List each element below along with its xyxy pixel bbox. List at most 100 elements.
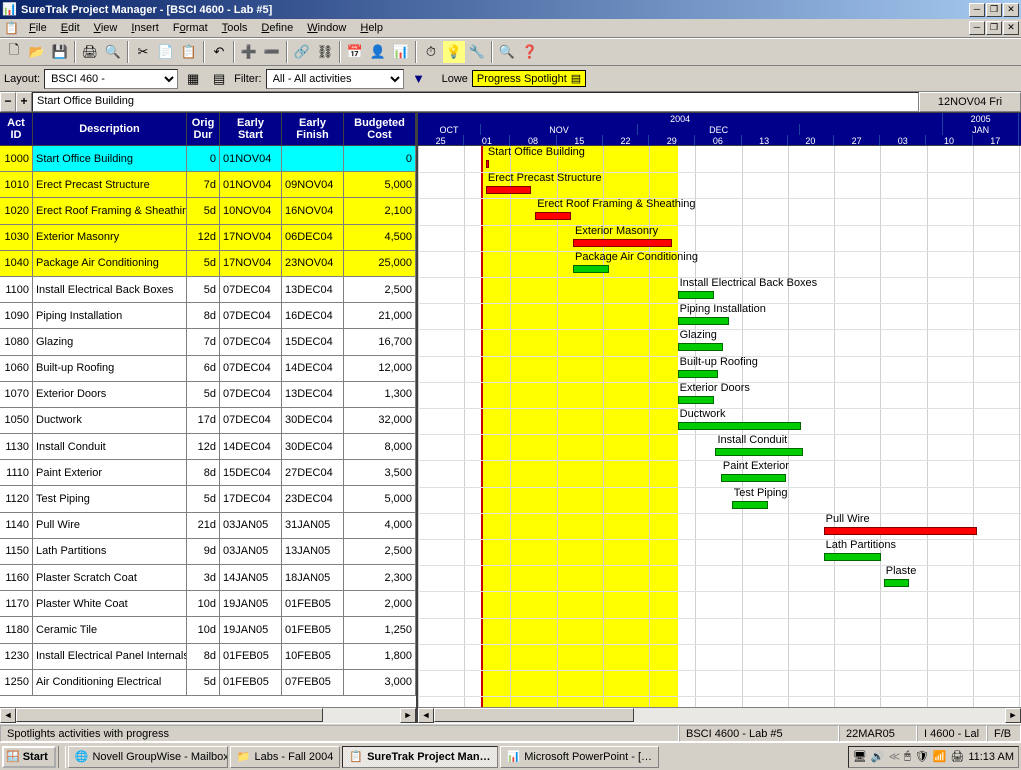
col-header-ef[interactable]: Early Finish bbox=[282, 113, 344, 146]
resource-button[interactable]: 👤 bbox=[367, 41, 389, 63]
cut-button[interactable]: ✂ bbox=[132, 41, 154, 63]
menu-define[interactable]: Define bbox=[254, 20, 300, 36]
col-header-desc[interactable]: Description bbox=[33, 113, 187, 146]
table-row[interactable]: 1000Start Office Building001NOV040 bbox=[0, 146, 416, 172]
table-row[interactable]: 1130Install Conduit12d14DEC0430DEC048,00… bbox=[0, 434, 416, 460]
tray-icon[interactable]: 🖥 bbox=[853, 750, 867, 763]
table-row[interactable]: 1230Install Electrical Panel Internals8d… bbox=[0, 644, 416, 670]
table-row[interactable]: 1020Erect Roof Framing & Sheathing5d10NO… bbox=[0, 198, 416, 224]
col-header-bc[interactable]: Budgeted Cost bbox=[344, 113, 416, 146]
layout-btn-2[interactable]: ▤ bbox=[208, 68, 230, 90]
maximize-button[interactable]: ❐ bbox=[986, 3, 1002, 17]
menu-edit[interactable]: Edit bbox=[54, 20, 87, 36]
undo-button[interactable]: ↶ bbox=[208, 41, 230, 63]
scroll-right-button[interactable]: ► bbox=[400, 708, 416, 723]
spotlight-icon[interactable]: 💡 bbox=[443, 41, 465, 63]
table-row[interactable]: 1250Air Conditioning Electrical5d01FEB05… bbox=[0, 670, 416, 696]
tray-icon[interactable]: 🖱 bbox=[904, 750, 911, 763]
table-row[interactable]: 1150Lath Partitions9d03JAN0513JAN052,500 bbox=[0, 539, 416, 565]
tray-icon[interactable]: 🖨 bbox=[950, 750, 964, 763]
system-tray[interactable]: 🖥 🔊 ≪ 🖱 🛡 📶 🖨 11:13 AM bbox=[848, 746, 1019, 768]
menu-format[interactable]: Format bbox=[166, 20, 215, 36]
gantt-scroll-right[interactable]: ► bbox=[1005, 708, 1021, 723]
gantt-hscroll[interactable]: ◄ ► bbox=[418, 707, 1021, 723]
gantt-scroll-left[interactable]: ◄ bbox=[418, 708, 434, 723]
col-header-actid[interactable]: Act ID bbox=[0, 113, 33, 146]
table-row[interactable]: 1100Install Electrical Back Boxes5d07DEC… bbox=[0, 277, 416, 303]
copy-button[interactable]: 📄 bbox=[155, 41, 177, 63]
gantt-bar[interactable] bbox=[715, 448, 802, 456]
menu-file[interactable]: File bbox=[22, 20, 54, 36]
mdi-minimize-button[interactable]: ─ bbox=[969, 21, 985, 35]
new-button[interactable]: 🗋 bbox=[3, 41, 25, 63]
table-hscroll[interactable]: ◄ ► bbox=[0, 707, 416, 723]
gantt-bar[interactable] bbox=[721, 474, 786, 482]
mdi-close-button[interactable]: ✕ bbox=[1003, 21, 1019, 35]
preview-button[interactable]: 🔍 bbox=[102, 41, 124, 63]
table-row[interactable]: 1160Plaster Scratch Coat3d14JAN0518JAN05… bbox=[0, 565, 416, 591]
update-button[interactable]: 📊 bbox=[390, 41, 412, 63]
insert-button[interactable]: ➕ bbox=[238, 41, 260, 63]
close-button[interactable]: ✕ bbox=[1003, 3, 1019, 17]
gantt-bar[interactable] bbox=[678, 317, 729, 325]
schedule-button[interactable]: 📅 bbox=[344, 41, 366, 63]
col-header-dur[interactable]: Orig Dur bbox=[187, 113, 220, 146]
menu-help[interactable]: Help bbox=[353, 20, 390, 36]
menu-tools[interactable]: Tools bbox=[215, 20, 255, 36]
gantt-bar[interactable] bbox=[486, 186, 531, 194]
help-button[interactable]: ❓ bbox=[519, 41, 541, 63]
menu-window[interactable]: Window bbox=[300, 20, 353, 36]
save-button[interactable]: 💾 bbox=[49, 41, 71, 63]
tray-icon[interactable]: 📶 bbox=[933, 750, 947, 763]
gantt-bar[interactable] bbox=[824, 553, 881, 561]
gantt-bar[interactable] bbox=[678, 343, 723, 351]
gantt-bar[interactable] bbox=[732, 501, 768, 509]
gantt-chart-body[interactable]: Start Office BuildingErect Precast Struc… bbox=[418, 146, 1021, 707]
activity-input[interactable]: Start Office Building bbox=[32, 92, 919, 112]
table-row[interactable]: 1040Package Air Conditioning5d17NOV0423N… bbox=[0, 251, 416, 277]
tray-clock[interactable]: 11:13 AM bbox=[968, 751, 1014, 763]
gantt-bar[interactable] bbox=[573, 239, 672, 247]
menu-insert[interactable]: Insert bbox=[124, 20, 166, 36]
table-row[interactable]: 1170Plaster White Coat10d19JAN0501FEB052… bbox=[0, 591, 416, 617]
gantt-bar[interactable] bbox=[884, 579, 909, 587]
funnel-icon[interactable]: ▼ bbox=[408, 68, 430, 90]
tray-icon[interactable]: 🛡 bbox=[915, 750, 929, 763]
gantt-bar[interactable] bbox=[824, 527, 977, 535]
timer-icon[interactable]: ⏱ bbox=[420, 41, 442, 63]
gantt-bar[interactable] bbox=[678, 291, 714, 299]
gantt-timeline-header[interactable]: 20042005OCTNOVDECJAN25010815222906132027… bbox=[418, 113, 1021, 146]
table-row[interactable]: 1180Ceramic Tile10d19JAN0501FEB051,250 bbox=[0, 617, 416, 643]
tool-button[interactable]: 🔧 bbox=[466, 41, 488, 63]
col-header-es[interactable]: Early Start bbox=[220, 113, 282, 146]
filter-select[interactable]: All - All activities bbox=[266, 69, 404, 89]
gantt-bar[interactable] bbox=[678, 396, 714, 404]
table-row[interactable]: 1030Exterior Masonry12d17NOV0406DEC044,5… bbox=[0, 225, 416, 251]
table-body[interactable]: 1000Start Office Building001NOV0401010Er… bbox=[0, 146, 416, 707]
gantt-bar[interactable] bbox=[486, 160, 489, 168]
minimize-button[interactable]: ─ bbox=[969, 3, 985, 17]
link-button[interactable]: 🔗 bbox=[291, 41, 313, 63]
progress-spotlight-indicator[interactable]: Progress Spotlight ▤ bbox=[472, 70, 586, 87]
start-button[interactable]: 🪟 Start bbox=[2, 746, 56, 768]
layout-select[interactable]: BSCI 460 - bbox=[44, 69, 178, 89]
mdi-restore-button[interactable]: ❐ bbox=[986, 21, 1002, 35]
gantt-bar[interactable] bbox=[678, 370, 719, 378]
taskbar-task[interactable]: 📋SureTrak Project Man… bbox=[342, 746, 497, 768]
minus-button[interactable]: − bbox=[0, 92, 16, 112]
table-row[interactable]: 1070Exterior Doors5d07DEC0413DEC041,300 bbox=[0, 382, 416, 408]
table-row[interactable]: 1010Erect Precast Structure7d01NOV0409NO… bbox=[0, 172, 416, 198]
scroll-left-button[interactable]: ◄ bbox=[0, 708, 16, 723]
table-row[interactable]: 1120Test Piping5d17DEC0423DEC045,000 bbox=[0, 486, 416, 512]
gantt-bar[interactable] bbox=[678, 422, 801, 430]
zoom-button[interactable]: 🔍 bbox=[496, 41, 518, 63]
tray-icon[interactable]: 🔊 bbox=[871, 750, 885, 763]
table-row[interactable]: 1090Piping Installation8d07DEC0416DEC042… bbox=[0, 303, 416, 329]
taskbar-task[interactable]: 📊Microsoft PowerPoint - [… bbox=[500, 746, 659, 768]
table-row[interactable]: 1080Glazing7d07DEC0415DEC0416,700 bbox=[0, 329, 416, 355]
gantt-bar[interactable] bbox=[535, 212, 571, 220]
paste-button[interactable]: 📋 bbox=[178, 41, 200, 63]
taskbar-task[interactable]: 🌐Novell GroupWise - Mailbox bbox=[68, 746, 228, 768]
unlink-button[interactable]: ⛓ bbox=[314, 41, 336, 63]
taskbar-task[interactable]: 📁Labs - Fall 2004 bbox=[230, 746, 341, 768]
